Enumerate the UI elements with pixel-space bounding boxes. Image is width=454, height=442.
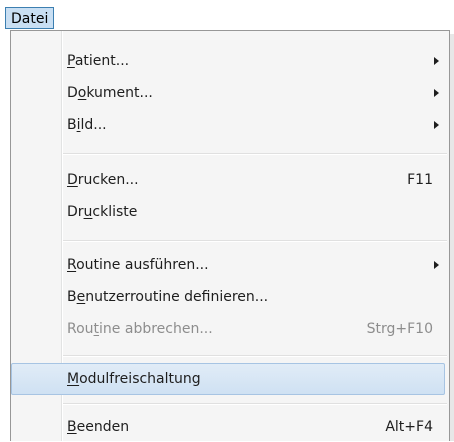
menu-item-label: Benutzerroutine definieren... — [67, 289, 269, 305]
menu-item-label: Modulfreischaltung — [67, 371, 201, 387]
menu-item-modulfreischaltung[interactable]: Modulfreischaltung — [11, 361, 445, 395]
menu-item-shortcut: Strg+F10 — [366, 321, 433, 337]
menu-item-label: Routine ausführen... — [67, 257, 209, 273]
submenu-arrow-icon — [434, 89, 439, 97]
submenu-arrow-icon — [434, 57, 439, 65]
submenu-arrow-icon — [434, 261, 439, 269]
menu-item-label: Drucken... — [67, 172, 139, 188]
menu-bar: Datei — [0, 0, 454, 30]
menu-item-label: Bild... — [67, 117, 107, 133]
menu-separator — [63, 153, 447, 155]
menu-item-label: Routine abbrechen... — [67, 321, 213, 337]
submenu-arrow-icon — [434, 121, 439, 129]
menu-item-label: Patient... — [67, 53, 130, 69]
menu-item-routine-ausfuehren[interactable]: Routine ausführen... — [13, 250, 445, 280]
menu-separator — [63, 355, 447, 357]
menu-item-label: Dokument... — [67, 85, 153, 101]
menu-item-benutzerroutine-definieren[interactable]: Benutzerroutine definieren... — [13, 282, 445, 312]
menu-separator — [63, 403, 447, 405]
datei-dropdown-menu: Patient... Dokument... Bild... Drucken..… — [10, 30, 450, 441]
menu-datei[interactable]: Datei — [5, 7, 55, 29]
menu-item-shortcut: Alt+F4 — [385, 419, 433, 435]
menu-item-bild[interactable]: Bild... — [13, 110, 445, 140]
menu-item-label: Beenden — [67, 419, 130, 435]
menu-item-routine-abbrechen: Routine abbrechen... Strg+F10 — [13, 314, 445, 344]
menu-separator — [63, 240, 447, 242]
menu-item-label: Druckliste — [67, 204, 138, 220]
menu-item-shortcut: F11 — [407, 172, 433, 188]
menu-item-beenden[interactable]: Beenden Alt+F4 — [13, 412, 445, 442]
menu-item-druckliste[interactable]: Druckliste — [13, 197, 445, 227]
menu-item-drucken[interactable]: Drucken... F11 — [13, 165, 445, 195]
menu-item-dokument[interactable]: Dokument... — [13, 78, 445, 108]
menu-item-patient[interactable]: Patient... — [13, 46, 445, 76]
